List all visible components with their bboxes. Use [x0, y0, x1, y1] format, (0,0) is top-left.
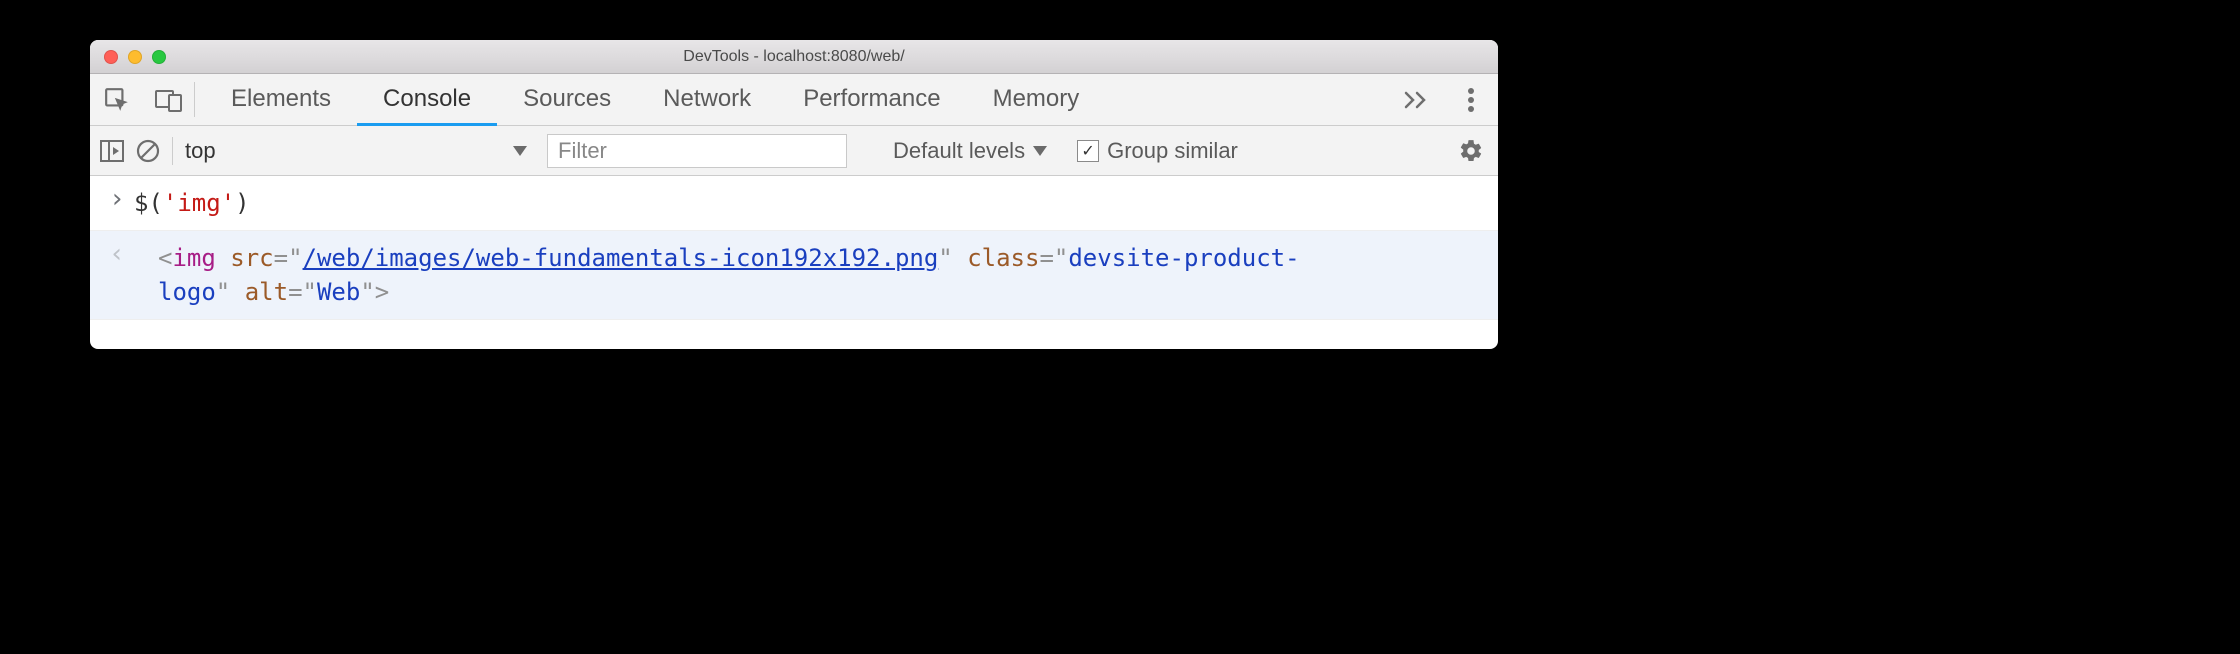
- console-settings-button[interactable]: [1458, 138, 1484, 164]
- tab-network[interactable]: Network: [637, 74, 777, 126]
- context-label: top: [185, 138, 216, 164]
- group-similar-checkbox[interactable]: ✓ Group similar: [1077, 138, 1238, 164]
- tab-performance[interactable]: Performance: [777, 74, 966, 126]
- tab-console[interactable]: Console: [357, 74, 497, 126]
- minimize-icon[interactable]: [128, 50, 142, 64]
- devtools-window: DevTools - localhost:8080/web/ Elements …: [90, 40, 1498, 349]
- chevron-down-icon: [1033, 146, 1047, 156]
- console-toolbar: top Filter Default levels ✓ Group simila…: [90, 126, 1498, 176]
- console-input-code: $('img'): [134, 186, 250, 220]
- tab-memory[interactable]: Memory: [967, 74, 1106, 126]
- more-tabs-button[interactable]: [1389, 90, 1443, 110]
- tab-sources[interactable]: Sources: [497, 74, 637, 126]
- context-select[interactable]: top: [185, 138, 535, 164]
- tab-bar: Elements Console Sources Network Perform…: [90, 74, 1498, 126]
- group-similar-label: Group similar: [1107, 138, 1238, 164]
- levels-label: Default levels: [893, 138, 1025, 164]
- console-output-row[interactable]: <img src="/web/images/web-fundamentals-i…: [90, 231, 1498, 320]
- console-output: $('img') <img src="/web/images/web-funda…: [90, 176, 1498, 320]
- maximize-icon[interactable]: [152, 50, 166, 64]
- output-caret-icon: [100, 241, 134, 271]
- tab-elements[interactable]: Elements: [205, 74, 357, 126]
- kebab-menu-button[interactable]: [1444, 87, 1498, 113]
- console-output-code: <img src="/web/images/web-fundamentals-i…: [134, 241, 1354, 309]
- filter-input[interactable]: Filter: [547, 134, 847, 168]
- console-input-row[interactable]: $('img'): [90, 176, 1498, 231]
- titlebar: DevTools - localhost:8080/web/: [90, 40, 1498, 74]
- tabs: Elements Console Sources Network Perform…: [195, 74, 1389, 125]
- filter-placeholder: Filter: [558, 138, 607, 164]
- inspect-element-button[interactable]: [90, 74, 144, 125]
- toggle-device-button[interactable]: [144, 74, 194, 125]
- close-icon[interactable]: [104, 50, 118, 64]
- chevron-down-icon: [513, 146, 527, 156]
- levels-select[interactable]: Default levels: [893, 138, 1047, 164]
- input-caret-icon: [100, 186, 134, 216]
- window-title: DevTools - localhost:8080/web/: [90, 48, 1498, 66]
- traffic-lights: [90, 50, 166, 64]
- divider: [172, 137, 173, 165]
- clear-console-button[interactable]: [136, 139, 160, 163]
- toggle-sidebar-button[interactable]: [100, 140, 124, 162]
- checkbox-icon: ✓: [1077, 140, 1099, 162]
